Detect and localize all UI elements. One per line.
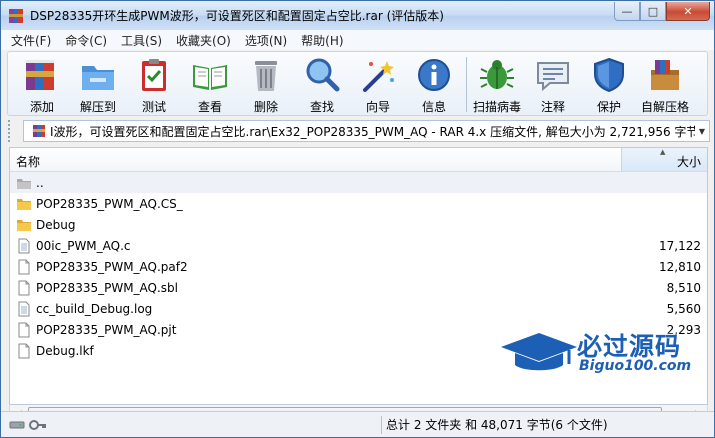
list-item[interactable]: POP28335_PWM_AQ.CS_	[10, 193, 707, 214]
file-size: 17,122	[659, 238, 701, 253]
status-icons	[1, 419, 61, 430]
protect-button[interactable]: 保护	[583, 52, 635, 115]
file-name: POP28335_PWM_AQ.CS_	[36, 196, 183, 211]
virus-scan-label: 扫描病毒	[472, 100, 521, 114]
text-file-icon	[18, 238, 30, 253]
text-file-icon	[18, 301, 30, 316]
info-button[interactable]: 信息	[408, 52, 460, 115]
folder-extract-icon	[82, 66, 114, 90]
window-title: DSP28335开环生成PWM波形，可设置死区和配置固定占空比.rar (评估版…	[30, 9, 444, 23]
file-icon	[18, 343, 30, 358]
file-name: POP28335_PWM_AQ.sbl	[36, 280, 179, 295]
menu-options[interactable]: 选项(N)	[245, 32, 287, 49]
info-icon	[418, 59, 450, 91]
file-size: 5,560	[666, 301, 701, 316]
column-size-header[interactable]: ▲ 大小	[621, 148, 707, 171]
list-item[interactable]: 00ic_PWM_AQ.c 17,122	[10, 235, 707, 256]
list-item[interactable]: Debug	[10, 214, 707, 235]
test-label: 测试	[141, 100, 166, 114]
folder-icon	[17, 198, 31, 210]
maximize-button[interactable]: □	[640, 2, 666, 21]
file-name: POP28335_PWM_AQ.paf2	[36, 259, 188, 274]
list-item[interactable]: cc_build_Debug.log 5,560	[10, 298, 707, 319]
shield-icon	[594, 57, 624, 93]
toolbar-separator	[466, 57, 467, 112]
column-size-label: 大小	[676, 155, 701, 169]
add-label: 添加	[29, 100, 54, 114]
list-item[interactable]: POP28335_PWM_AQ.sbl 8,510	[10, 277, 707, 298]
magnifier-icon	[306, 58, 340, 92]
clipboard-check-icon	[142, 59, 166, 91]
file-name: 00ic_PWM_AQ.c	[36, 238, 131, 253]
address-bar[interactable]: I波形，可设置死区和配置固定占空比.rar\Ex32_POP28335_PWM_…	[23, 120, 710, 142]
info-label: 信息	[421, 100, 446, 114]
comment-icon	[537, 62, 569, 92]
window-controls: — □ ✕	[614, 2, 710, 21]
file-icon	[18, 322, 30, 337]
key-icon[interactable]	[29, 419, 47, 430]
close-button[interactable]: ✕	[666, 2, 710, 21]
books-add-icon	[26, 60, 54, 90]
watermark-url: Biguo100.com	[579, 358, 692, 374]
delete-button[interactable]: 删除	[240, 52, 292, 115]
list-item-parent[interactable]: ..	[10, 172, 707, 193]
address-path: I波形，可设置死区和配置固定占空比.rar\Ex32_POP28335_PWM_…	[50, 124, 695, 139]
open-book-icon	[193, 65, 227, 90]
column-name-header[interactable]: 名称	[10, 148, 621, 171]
toolbar: 添加 解压到 测试 查看 删除 查找 向导 信息 扫描病毒 注释 保护 自解压格	[7, 51, 708, 116]
extract-to-label: 解压到	[79, 100, 116, 114]
parent-folder-icon	[17, 178, 31, 189]
status-summary: 总计 2 文件夹 和 48,071 字节(6 个文件)	[386, 418, 608, 432]
graduation-cap-icon	[501, 333, 577, 371]
list-header: 名称 ▲ 大小	[10, 148, 707, 172]
find-button[interactable]: 查找	[296, 52, 348, 115]
wizard-label: 向导	[365, 100, 390, 114]
comment-label: 注释	[540, 100, 565, 114]
winrar-window: DSP28335开环生成PWM波形，可设置死区和配置固定占空比.rar (评估版…	[0, 0, 715, 438]
sfx-box-icon	[651, 60, 679, 90]
bug-icon	[480, 60, 514, 89]
status-bar: 总计 2 文件夹 和 48,071 字节(6 个文件)	[1, 411, 714, 437]
file-size: 12,810	[659, 259, 701, 274]
list-item[interactable]: POP28335_PWM_AQ.paf2 12,810	[10, 256, 707, 277]
sort-arrow-icon: ▲	[660, 148, 666, 156]
magic-wand-icon	[363, 61, 394, 92]
wizard-button[interactable]: 向导	[352, 52, 404, 115]
extract-to-button[interactable]: 解压到	[72, 52, 124, 115]
sfx-label: 自解压格	[640, 100, 689, 114]
winrar-app-icon	[9, 8, 23, 23]
trash-icon	[255, 61, 277, 91]
minimize-button[interactable]: —	[614, 2, 640, 21]
comment-button[interactable]: 注释	[527, 52, 579, 115]
menu-file[interactable]: 文件(F)	[11, 32, 51, 49]
menu-bar: 文件(F) 命令(C) 工具(S) 收藏夹(O) 选项(N) 帮助(H)	[1, 30, 714, 50]
delete-label: 删除	[253, 100, 278, 114]
find-label: 查找	[309, 100, 334, 114]
menu-favorites[interactable]: 收藏夹(O)	[176, 32, 231, 49]
file-icon	[18, 259, 30, 274]
protect-label: 保护	[596, 100, 621, 114]
file-name: cc_build_Debug.log	[36, 301, 153, 316]
virus-scan-button[interactable]: 扫描病毒	[471, 52, 523, 115]
drive-icon[interactable]	[9, 420, 25, 430]
test-button[interactable]: 测试	[128, 52, 180, 115]
menu-help[interactable]: 帮助(H)	[301, 32, 343, 49]
view-button[interactable]: 查看	[184, 52, 236, 115]
file-icon	[18, 280, 30, 295]
menu-tools[interactable]: 工具(S)	[121, 32, 162, 49]
archive-icon	[33, 125, 45, 137]
file-size: 8,510	[666, 280, 701, 295]
title-bar[interactable]: DSP28335开环生成PWM波形，可设置死区和配置固定占空比.rar (评估版…	[1, 1, 714, 30]
file-name: ..	[36, 175, 44, 190]
view-label: 查看	[197, 100, 222, 114]
watermark: 必过源码 Biguo100.com	[499, 327, 709, 379]
sfx-button[interactable]: 自解压格	[639, 52, 691, 115]
address-grip	[8, 120, 18, 142]
chevron-down-icon[interactable]: ▼	[695, 127, 709, 136]
menu-commands[interactable]: 命令(C)	[65, 32, 107, 49]
folder-icon	[17, 219, 31, 231]
add-button[interactable]: 添加	[16, 52, 68, 115]
file-name: Debug	[36, 217, 76, 232]
